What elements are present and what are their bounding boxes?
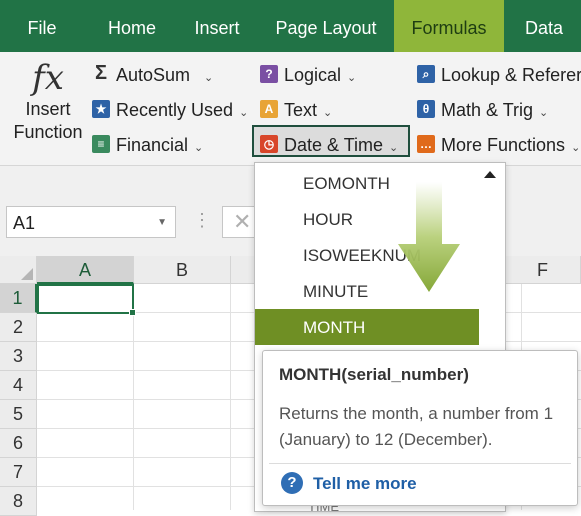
row-header-2[interactable]: 2: [0, 313, 37, 342]
star-icon: ★: [92, 100, 110, 118]
text-a-icon: A: [260, 100, 278, 118]
more-dots-icon: …: [417, 135, 435, 153]
lookup-reference-label: Lookup & Referer: [441, 65, 581, 85]
row-header-3[interactable]: 3: [0, 342, 37, 371]
autosum-label: AutoSum: [116, 65, 191, 85]
function-tooltip: MONTH(serial_number) Returns the month, …: [262, 350, 578, 506]
column-header-c[interactable]: [231, 256, 256, 284]
chevron-down-icon: ⌄: [389, 142, 399, 154]
tooltip-divider: [269, 463, 571, 464]
chevron-down-icon: ⌄: [539, 107, 549, 119]
ribbon-tab-bar: File Home Insert Page Layout Formulas Da…: [0, 0, 581, 52]
logical-label: Logical: [284, 65, 342, 85]
sigma-icon: Σ: [94, 62, 107, 84]
tab-page-layout[interactable]: Page Layout: [264, 0, 388, 52]
chevron-down-icon: ⌄: [347, 72, 357, 84]
active-cell-a1[interactable]: [37, 284, 136, 316]
row-header-6[interactable]: 6: [0, 429, 37, 458]
row-header-4[interactable]: 4: [0, 371, 37, 400]
clock-icon: ◷: [260, 135, 278, 153]
tooltip-description: Returns the month, a number from 1 (Janu…: [279, 404, 554, 449]
column-header-f[interactable]: F: [504, 256, 581, 284]
tell-me-more-link[interactable]: Tell me more: [313, 474, 417, 494]
insert-function-label-1: Insert: [25, 99, 71, 119]
tab-home[interactable]: Home: [90, 0, 174, 52]
tooltip-title: MONTH(serial_number): [279, 365, 469, 384]
help-icon[interactable]: ?: [281, 472, 303, 494]
name-box[interactable]: A1 ▼: [6, 206, 176, 238]
more-functions-label: More Functions: [441, 135, 566, 155]
recently-used-label: Recently Used: [116, 100, 234, 120]
scroll-up-icon[interactable]: [484, 171, 496, 178]
chevron-down-icon: ⌄: [323, 107, 333, 119]
magnifier-icon: ⌕: [417, 65, 435, 83]
chevron-down-icon: ⌄: [194, 142, 204, 154]
row-header-5[interactable]: 5: [0, 400, 37, 429]
tab-formulas[interactable]: Formulas: [394, 0, 504, 52]
math-trig-label: Math & Trig: [441, 100, 534, 120]
chevron-down-icon: ⌄: [204, 72, 214, 84]
name-box-value: A1: [13, 213, 36, 233]
insert-function-button[interactable]: fx Insert Function: [8, 58, 88, 144]
question-book-icon: ?: [260, 65, 278, 83]
text-label: Text: [284, 100, 318, 120]
tab-insert[interactable]: Insert: [180, 0, 254, 52]
insert-function-label-2: Function: [13, 122, 83, 142]
financial-label: Financial: [116, 135, 189, 155]
chevron-down-icon: ⌄: [239, 107, 249, 119]
function-item-month[interactable]: MONTH: [255, 309, 479, 345]
vertical-dots-icon[interactable]: ⋮: [193, 210, 211, 231]
tab-data[interactable]: Data: [512, 0, 576, 52]
theta-icon: θ: [417, 100, 435, 118]
column-header-a[interactable]: A: [37, 256, 134, 284]
row-header-7[interactable]: 7: [0, 458, 37, 487]
column-header-b[interactable]: B: [134, 256, 231, 284]
fx-icon: fx: [32, 58, 64, 98]
select-all-corner[interactable]: [0, 256, 37, 284]
tab-file[interactable]: File: [0, 0, 84, 52]
down-arrow-icon: [398, 182, 460, 292]
ledger-icon: ≡: [92, 135, 110, 153]
chevron-down-icon[interactable]: ▼: [157, 207, 167, 239]
date-time-label: Date & Time: [284, 135, 384, 155]
chevron-down-icon: ⌄: [571, 142, 581, 154]
row-header-1[interactable]: 1: [0, 284, 37, 313]
row-header-8[interactable]: 8: [0, 487, 37, 516]
close-icon: ✕: [233, 209, 252, 234]
